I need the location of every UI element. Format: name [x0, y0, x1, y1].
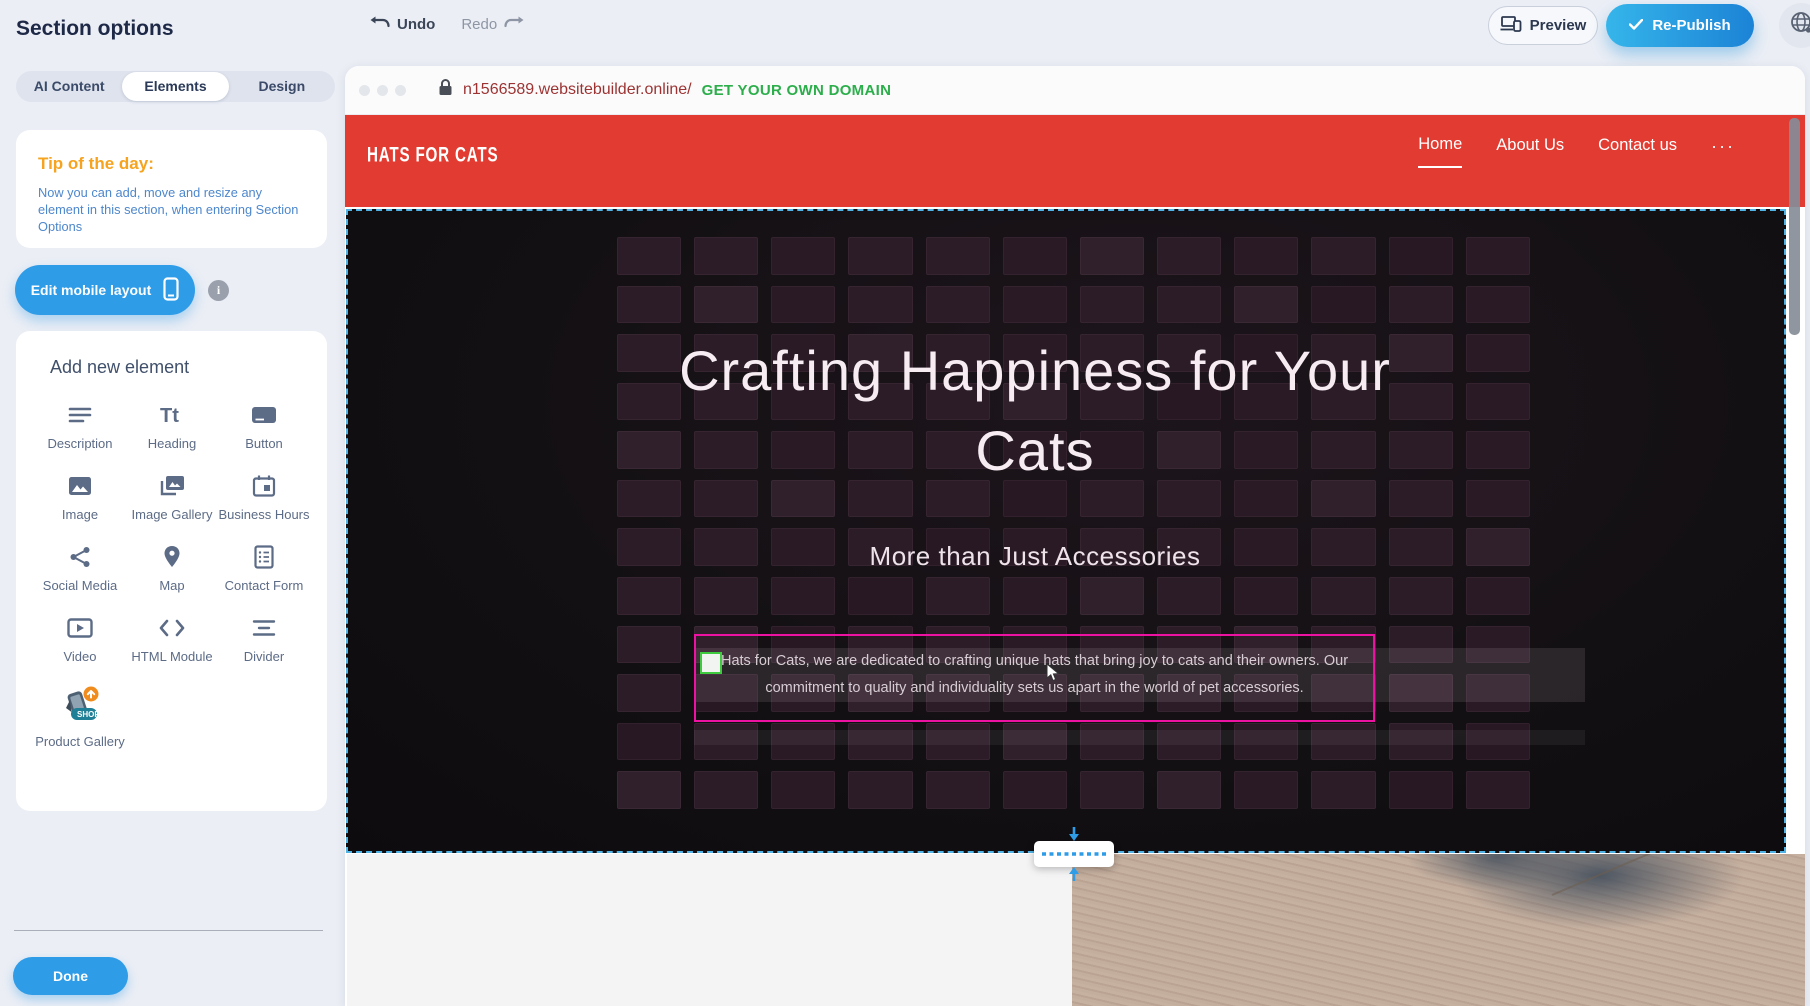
element-heading[interactable]: Tt Heading — [126, 402, 218, 451]
next-section-photo[interactable] — [1072, 854, 1805, 1006]
sidebar-divider — [14, 930, 323, 931]
social-media-icon — [67, 544, 93, 570]
traffic-dots — [359, 85, 406, 96]
element-button[interactable]: Button — [218, 402, 310, 451]
element-business-hours[interactable]: Business Hours — [218, 473, 310, 522]
nav-home[interactable]: Home — [1418, 135, 1462, 168]
done-button[interactable]: Done — [13, 957, 128, 995]
element-contact-form[interactable]: Contact Form — [218, 544, 310, 593]
page-title: Section options — [16, 17, 174, 41]
element-image[interactable]: Image — [34, 473, 126, 522]
undo-icon — [370, 16, 390, 33]
hero-tile-grid — [617, 237, 1530, 809]
republish-button[interactable]: Re-Publish — [1606, 4, 1754, 47]
video-icon — [67, 615, 93, 641]
redo-icon — [504, 16, 524, 33]
element-map[interactable]: Map — [126, 544, 218, 593]
element-html-module[interactable]: HTML Module — [126, 615, 218, 664]
element-image-gallery[interactable]: Image Gallery — [126, 473, 218, 522]
svg-text:SHOP: SHOP — [77, 710, 100, 719]
tip-title: Tip of the day: — [38, 154, 305, 174]
tip-of-the-day-card: Tip of the day: Now you can add, move an… — [16, 130, 327, 248]
devices-icon — [1500, 15, 1522, 36]
element-product-gallery[interactable]: SHOP Product Gallery — [34, 686, 126, 749]
map-pin-icon — [159, 544, 185, 570]
hero-paragraph: Hats for Cats, we are dedicated to craft… — [708, 648, 1361, 702]
get-domain-link[interactable]: GET YOUR OWN DOMAIN — [702, 82, 892, 99]
check-icon — [1629, 17, 1643, 34]
site-logo[interactable]: HATS FOR CATS — [367, 144, 498, 169]
description-icon — [67, 402, 93, 428]
site-header: HATS FOR CATS Home About Us Contact us ·… — [345, 115, 1805, 207]
business-hours-icon — [251, 473, 277, 499]
phone-icon — [163, 277, 179, 304]
hero-section[interactable]: Crafting Happiness for Your Cats More th… — [346, 209, 1786, 853]
nav-more-menu[interactable]: ··· — [1711, 136, 1735, 167]
lock-icon — [438, 78, 453, 102]
section-resize-handle[interactable] — [1026, 826, 1122, 882]
element-video[interactable]: Video — [34, 615, 126, 664]
tab-ai-content[interactable]: AI Content — [16, 72, 122, 101]
next-section-white-area[interactable] — [347, 854, 1072, 1006]
tip-body: Now you can add, move and resize any ele… — [38, 184, 308, 235]
element-social-media[interactable]: Social Media — [34, 544, 126, 593]
sidebar-tabs: AI Content Elements Design — [16, 71, 335, 102]
redo-button[interactable]: Redo — [461, 16, 524, 33]
add-panel-title: Add new element — [50, 357, 309, 378]
browser-chrome: n1566589.websitebuilder.online/ GET YOUR… — [345, 66, 1805, 115]
add-element-panel: Add new element Description Tt Heading B… — [16, 331, 327, 811]
tab-elements[interactable]: Elements — [122, 72, 228, 101]
preview-button[interactable]: Preview — [1488, 6, 1598, 45]
scrollbar-thumb[interactable] — [1789, 118, 1800, 335]
element-description[interactable]: Description — [34, 402, 126, 451]
hero-subheading[interactable]: More than Just Accessories — [348, 541, 1722, 572]
nav-contact-us[interactable]: Contact us — [1598, 136, 1677, 167]
svg-text:Tt: Tt — [160, 405, 179, 426]
info-icon[interactable]: i — [208, 280, 229, 301]
divider-icon — [251, 615, 277, 641]
product-gallery-icon: SHOP — [58, 686, 102, 726]
contact-form-icon — [251, 544, 277, 570]
image-icon — [67, 473, 93, 499]
text-highlight-band-2 — [694, 730, 1585, 745]
image-gallery-icon — [159, 473, 185, 499]
element-divider[interactable]: Divider — [218, 615, 310, 664]
undo-button[interactable]: Undo — [370, 16, 435, 33]
nav-about-us[interactable]: About Us — [1496, 136, 1564, 167]
globe-button[interactable] — [1779, 3, 1810, 48]
button-icon — [251, 402, 277, 428]
site-nav: Home About Us Contact us ··· — [1418, 135, 1735, 168]
tab-design[interactable]: Design — [229, 72, 335, 101]
mouse-cursor-icon — [1046, 663, 1061, 688]
hero-heading[interactable]: Crafting Happiness for Your Cats — [348, 331, 1722, 491]
html-module-icon — [159, 615, 185, 641]
heading-icon: Tt — [159, 402, 185, 428]
element-drag-handle[interactable] — [700, 652, 722, 674]
undo-redo-group: Undo Redo — [370, 16, 524, 33]
pavement-crack — [1552, 854, 1805, 896]
globe-icon — [1789, 10, 1810, 41]
edit-mobile-layout-button[interactable]: Edit mobile layout — [15, 265, 195, 315]
address-bar-url[interactable]: n1566589.websitebuilder.online/ — [463, 81, 692, 99]
selected-text-element[interactable]: Hats for Cats, we are dedicated to craft… — [694, 634, 1375, 722]
element-grid: Description Tt Heading Button Image Imag… — [34, 402, 309, 749]
